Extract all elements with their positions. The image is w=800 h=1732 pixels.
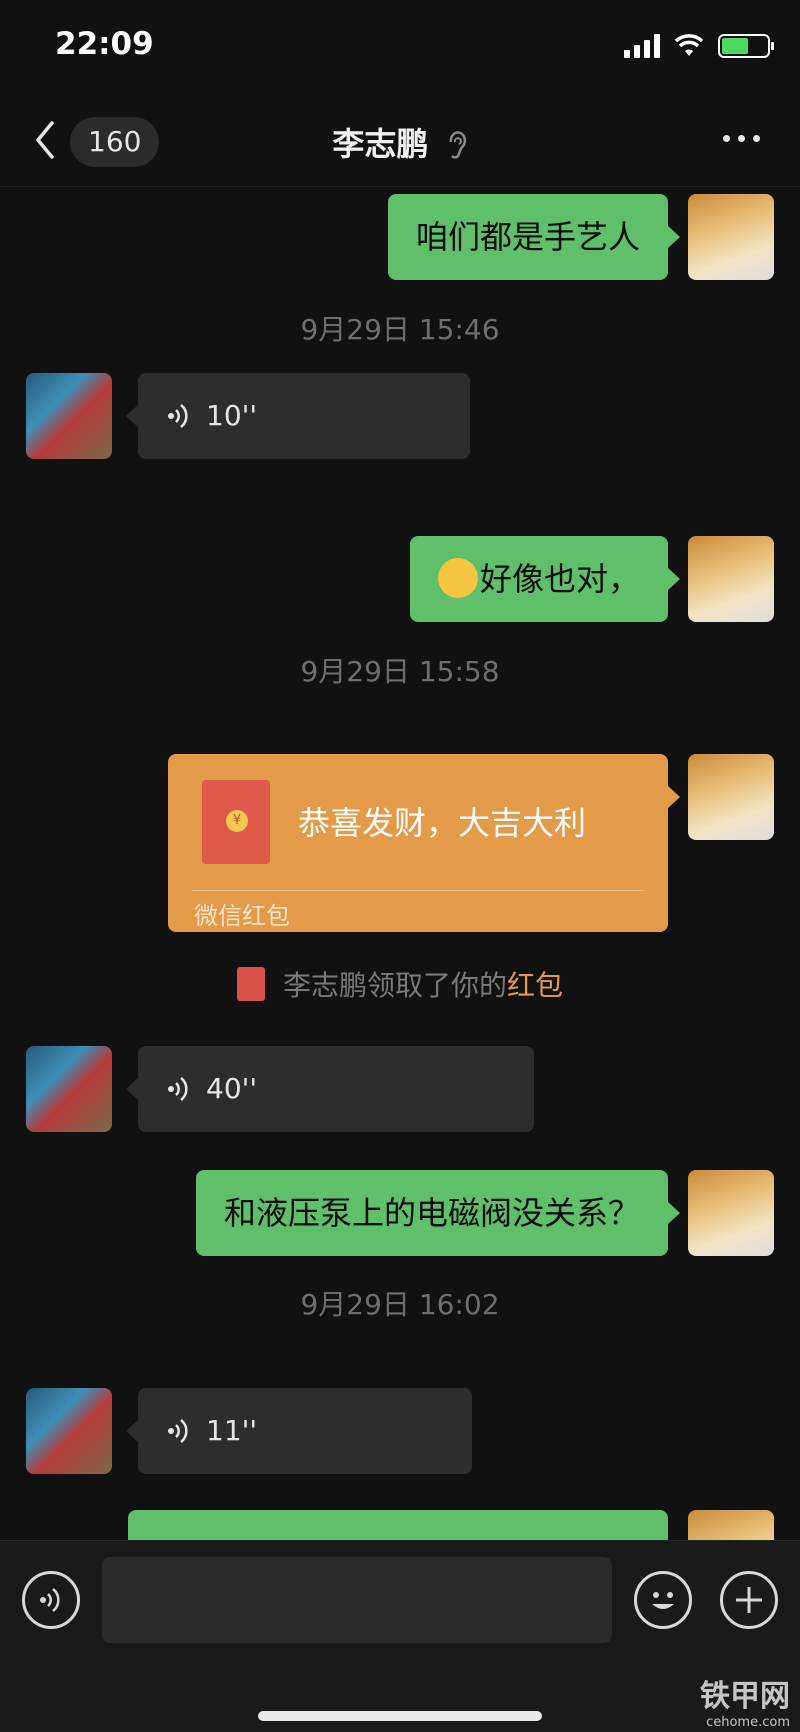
red-packet-card[interactable]: ¥ 恭喜发财，大吉大利 微信红包 [168, 754, 680, 932]
voice-input-toggle-button[interactable] [22, 1571, 80, 1629]
plus-icon [736, 1587, 762, 1613]
site-watermark: 铁甲网 cehome.com [700, 1679, 790, 1730]
red-packet-mini-icon [236, 967, 265, 1001]
my-text-bubble-partial[interactable] [128, 1510, 668, 1540]
message-input[interactable] [102, 1557, 612, 1643]
more-options-button[interactable] [723, 135, 760, 142]
voice-message-bubble[interactable]: 11'' [126, 1388, 472, 1474]
timestamp: 9月29日 16:02 [300, 1288, 500, 1321]
status-bar: 22:09 [0, 0, 800, 95]
my-avatar[interactable] [688, 536, 774, 622]
chat-header: 160 李志鹏 [0, 95, 800, 187]
timestamp: 9月29日 15:58 [300, 655, 500, 688]
contact-avatar[interactable] [26, 1046, 112, 1132]
my-text-bubble[interactable]: 好像也对， [409, 536, 681, 622]
red-packet-icon: ¥ [202, 780, 270, 864]
status-icons [624, 34, 774, 58]
status-time: 22:09 [55, 26, 154, 62]
more-functions-button[interactable] [720, 1571, 778, 1629]
voice-duration: 10'' [206, 399, 258, 432]
contact-name: 李志鹏 [332, 125, 429, 163]
my-avatar[interactable] [688, 754, 774, 840]
my-text-bubble[interactable]: 咱们都是手艺人 [387, 194, 681, 280]
red-packet-source: 微信红包 [194, 902, 290, 930]
home-indicator[interactable] [258, 1711, 542, 1721]
contact-avatar[interactable] [26, 373, 112, 459]
my-avatar[interactable] [688, 1170, 774, 1256]
voice-duration: 40'' [206, 1072, 258, 1105]
hush-emoji-icon [437, 558, 478, 598]
my-avatar[interactable] [688, 1510, 774, 1540]
battery-icon [718, 34, 774, 58]
cellular-signal-icon [624, 34, 660, 58]
voice-wave-icon [168, 1077, 188, 1101]
my-avatar[interactable] [688, 194, 774, 280]
emoji-button[interactable] [634, 1571, 692, 1629]
my-text-bubble[interactable]: 和液压泵上的电磁阀没关系？ [195, 1170, 681, 1256]
chat-title: 李志鹏 [0, 119, 800, 165]
message-list[interactable]: 咱们都是手艺人 9月29日 15:46 10'' 好像也对， 9月29日 15:… [0, 188, 800, 1540]
voice-message-bubble[interactable]: 10'' [126, 373, 470, 459]
voice-wave-icon [168, 404, 188, 428]
red-packet-greeting: 恭喜发财，大吉大利 [298, 804, 587, 842]
voice-duration: 11'' [206, 1414, 258, 1447]
wifi-icon [674, 34, 704, 56]
input-bar: 铁甲网 cehome.com [0, 1540, 800, 1732]
smiley-icon [652, 1592, 674, 1609]
voice-message-bubble[interactable]: 40'' [126, 1046, 534, 1132]
voice-wave-icon [40, 1588, 60, 1612]
red-packet-link[interactable]: 红包 [507, 969, 563, 1002]
divider [192, 890, 644, 891]
contact-avatar[interactable] [26, 1388, 112, 1474]
timestamp: 9月29日 15:46 [300, 313, 500, 346]
earpiece-mode-icon [449, 131, 466, 159]
voice-wave-icon [168, 1419, 188, 1443]
system-notice: 李志鹏领取了你的红包 [0, 964, 800, 1004]
